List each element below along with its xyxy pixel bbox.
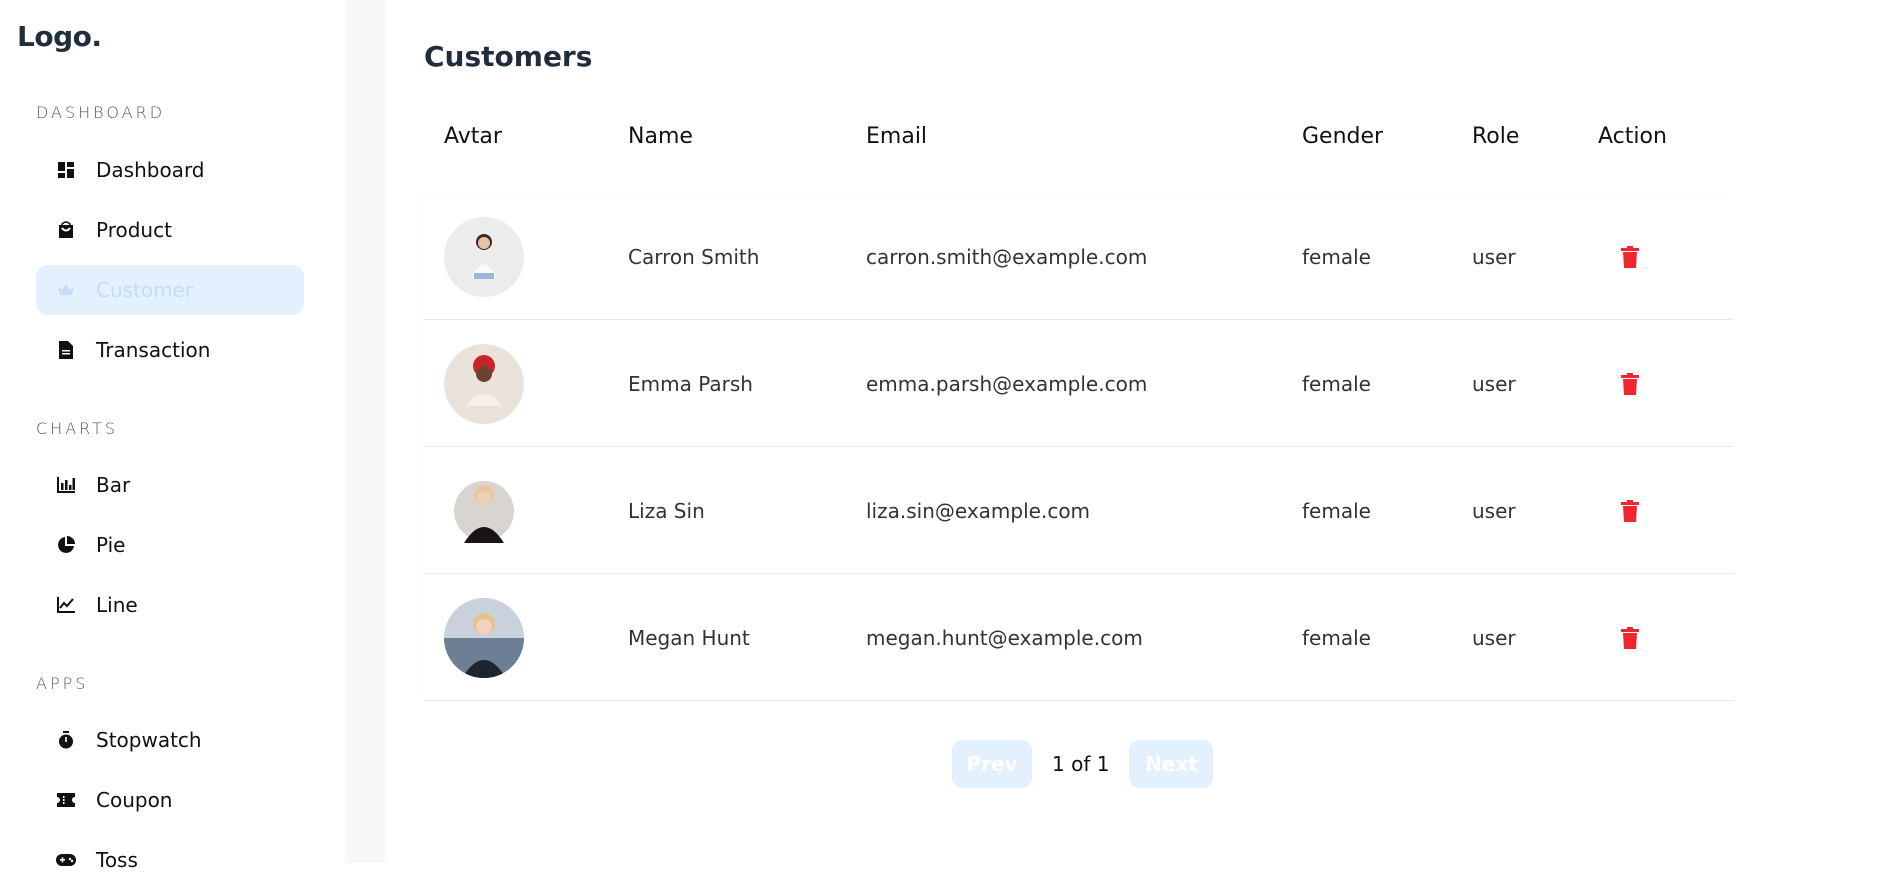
pie-chart-icon bbox=[56, 535, 76, 555]
sidebar-item-line[interactable]: Line bbox=[36, 580, 304, 630]
sidebar-item-product[interactable]: Product bbox=[36, 205, 304, 255]
shopping-bag-icon bbox=[56, 220, 76, 240]
sidebar-item-pie[interactable]: Pie bbox=[36, 520, 304, 570]
next-button[interactable]: Next bbox=[1129, 740, 1214, 788]
column-header-gender[interactable]: Gender bbox=[1302, 124, 1383, 149]
sidebar-item-label: Transaction bbox=[96, 338, 211, 362]
customer-email: liza.sin@example.com bbox=[866, 498, 1091, 523]
table-row: Liza Sin liza.sin@example.com female use… bbox=[424, 447, 1734, 574]
sidebar-item-label: Product bbox=[96, 218, 172, 242]
sidebar-item-dashboard[interactable]: Dashboard bbox=[36, 145, 304, 195]
customer-role: user bbox=[1472, 371, 1516, 396]
customer-name: Carron Smith bbox=[628, 244, 760, 269]
page-info: 1 of 1 bbox=[1052, 752, 1110, 776]
sidebar: Logo. DASHBOARD Dashboard Product Custom… bbox=[0, 0, 345, 872]
sidebar-item-toss[interactable]: Toss bbox=[36, 835, 304, 885]
pagination: Prev 1 of 1 Next bbox=[952, 740, 1214, 788]
line-chart-icon bbox=[56, 595, 76, 615]
customer-gender: female bbox=[1302, 244, 1371, 269]
sidebar-item-bar[interactable]: Bar bbox=[36, 460, 304, 510]
customer-name: Megan Hunt bbox=[628, 625, 750, 650]
section-heading-dashboard: DASHBOARD bbox=[36, 103, 166, 122]
stopwatch-icon bbox=[56, 730, 76, 750]
column-header-role[interactable]: Role bbox=[1472, 124, 1519, 149]
document-icon bbox=[56, 340, 76, 360]
delete-button[interactable] bbox=[1618, 372, 1642, 396]
sidebar-item-label: Coupon bbox=[96, 788, 173, 812]
column-header-avatar[interactable]: Avtar bbox=[444, 124, 502, 149]
customer-email: megan.hunt@example.com bbox=[866, 625, 1143, 650]
trash-icon bbox=[1621, 626, 1639, 649]
trash-icon bbox=[1621, 245, 1639, 268]
customer-name: Liza Sin bbox=[628, 498, 705, 523]
sidebar-divider bbox=[345, 0, 385, 863]
main-content: Customers Avtar Name Email Gender Role A… bbox=[424, 0, 1887, 863]
delete-button[interactable] bbox=[1618, 626, 1642, 650]
customer-role: user bbox=[1472, 244, 1516, 269]
sidebar-item-label: Line bbox=[96, 593, 138, 617]
column-header-email[interactable]: Email bbox=[866, 124, 927, 149]
gamepad-icon bbox=[56, 850, 76, 870]
bar-chart-icon bbox=[56, 475, 76, 495]
column-header-name[interactable]: Name bbox=[628, 124, 693, 149]
sidebar-item-label: Stopwatch bbox=[96, 728, 202, 752]
crown-icon bbox=[56, 280, 76, 300]
table-row: Megan Hunt megan.hunt@example.com female… bbox=[424, 574, 1734, 701]
avatar bbox=[444, 216, 524, 297]
delete-button[interactable] bbox=[1618, 499, 1642, 523]
customer-name: Emma Parsh bbox=[628, 371, 753, 396]
customer-gender: female bbox=[1302, 498, 1371, 523]
section-heading-charts: CHARTS bbox=[36, 419, 119, 438]
customer-role: user bbox=[1472, 625, 1516, 650]
ticket-icon bbox=[56, 790, 76, 810]
customer-email: emma.parsh@example.com bbox=[866, 371, 1148, 396]
customer-gender: female bbox=[1302, 371, 1371, 396]
customer-role: user bbox=[1472, 498, 1516, 523]
sidebar-item-customer[interactable]: Customer bbox=[36, 265, 304, 315]
table-header: Avtar Name Email Gender Role Action bbox=[424, 120, 1734, 154]
sidebar-item-label: Customer bbox=[96, 278, 194, 302]
logo: Logo. bbox=[17, 20, 102, 53]
trash-icon bbox=[1621, 372, 1639, 395]
table-row: Carron Smith carron.smith@example.com fe… bbox=[424, 193, 1734, 320]
page-title: Customers bbox=[424, 40, 593, 73]
sidebar-item-label: Pie bbox=[96, 533, 126, 557]
customer-gender: female bbox=[1302, 625, 1371, 650]
table-row: Emma Parsh emma.parsh@example.com female… bbox=[424, 320, 1734, 447]
delete-button[interactable] bbox=[1618, 245, 1642, 269]
avatar bbox=[444, 343, 524, 424]
customer-email: carron.smith@example.com bbox=[866, 244, 1148, 269]
sidebar-item-stopwatch[interactable]: Stopwatch bbox=[36, 715, 304, 765]
sidebar-item-label: Toss bbox=[96, 848, 138, 872]
trash-icon bbox=[1621, 499, 1639, 522]
avatar bbox=[444, 597, 524, 678]
sidebar-item-coupon[interactable]: Coupon bbox=[36, 775, 304, 825]
sidebar-item-label: Bar bbox=[96, 473, 131, 497]
sidebar-item-label: Dashboard bbox=[96, 158, 205, 182]
column-header-action: Action bbox=[1598, 124, 1667, 149]
prev-button[interactable]: Prev bbox=[952, 740, 1032, 788]
avatar bbox=[444, 470, 524, 551]
dashboard-icon bbox=[56, 160, 76, 180]
section-heading-apps: APPS bbox=[36, 674, 89, 693]
sidebar-item-transaction[interactable]: Transaction bbox=[36, 325, 304, 375]
